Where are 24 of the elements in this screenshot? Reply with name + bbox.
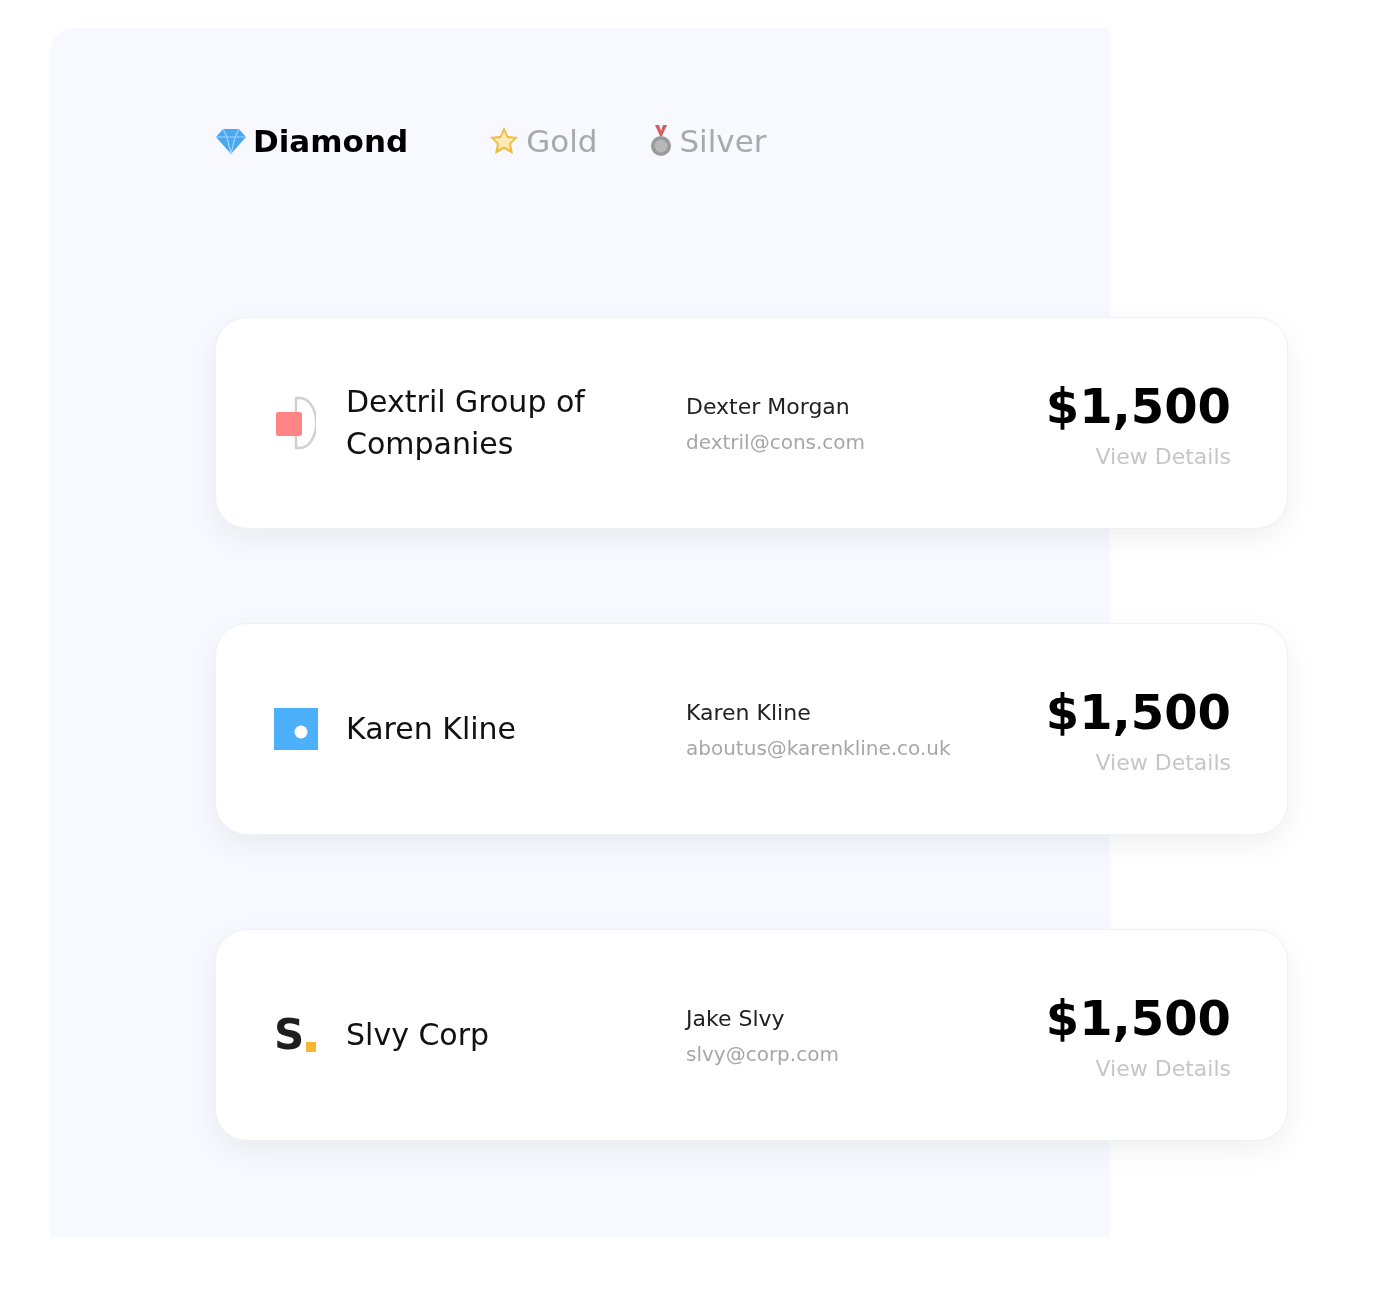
amount: $1,500 — [1045, 687, 1231, 736]
contact-name: Karen Kline — [686, 698, 812, 727]
tier-tab[interactable]: Silver — [649, 124, 767, 158]
diamond-icon — [215, 127, 247, 155]
amount: $1,500 — [1045, 993, 1231, 1042]
company-name: Dextril Group of Companies — [346, 383, 587, 463]
amount: $1,500 — [1045, 381, 1231, 430]
view-details-link[interactable]: View Details — [1095, 439, 1231, 473]
medal-icon — [649, 124, 674, 158]
logo-icon — [274, 396, 316, 450]
company-name: Slvy Corp — [346, 1016, 491, 1054]
tier-tab[interactable]: Gold — [488, 125, 598, 157]
contact-name: Dexter Morgan — [686, 392, 851, 421]
logo-icon — [274, 708, 318, 750]
contact-email: slvy@corp.com — [686, 1040, 839, 1068]
contact-email: dextril@cons.com — [686, 428, 866, 456]
company-name: Karen Kline — [346, 710, 518, 748]
contact-name: Jake Slvy — [686, 1004, 786, 1033]
star-icon — [488, 125, 521, 157]
contact-email: aboutus@karenkline.co.uk — [686, 734, 951, 762]
logo: S — [274, 1014, 317, 1056]
view-details-link[interactable]: View Details — [1095, 1051, 1231, 1085]
view-details-link[interactable]: View Details — [1095, 745, 1231, 779]
tier-tab[interactable]: Diamond — [215, 125, 409, 157]
